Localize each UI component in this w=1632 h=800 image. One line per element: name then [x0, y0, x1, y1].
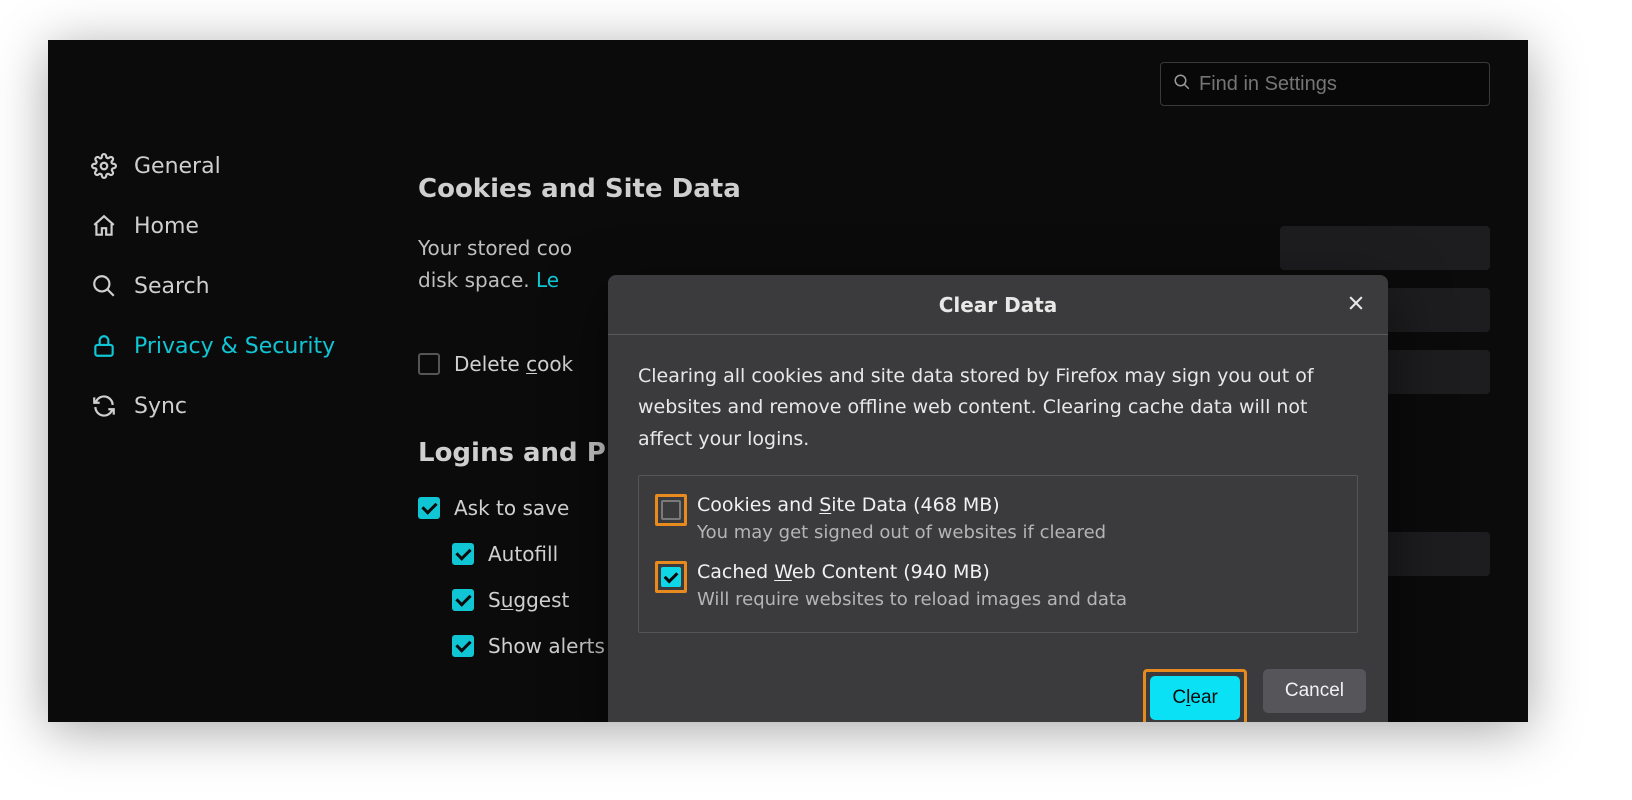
search-icon: [1173, 73, 1199, 95]
sidebar-item-home[interactable]: Home: [90, 212, 370, 240]
checkbox-checked-icon[interactable]: [452, 543, 474, 565]
dialog-body: Clearing all cookies and site data store…: [608, 335, 1388, 655]
learn-more-link[interactable]: Le: [536, 268, 559, 292]
clear-options-group: Cookies and Site Data (468 MB) You may g…: [638, 475, 1358, 633]
sidebar-item-label: Search: [134, 274, 210, 299]
checkbox-label: Delete cook: [454, 352, 573, 376]
sidebar-item-label: Home: [134, 214, 199, 239]
search-icon: [90, 272, 118, 300]
dialog-header: Clear Data: [608, 275, 1388, 335]
checkbox-unchecked-icon[interactable]: [418, 353, 440, 375]
sidebar-item-privacy[interactable]: Privacy & Security: [90, 332, 370, 360]
sidebar-item-general[interactable]: General: [90, 152, 370, 180]
highlight-box: [655, 561, 687, 593]
checkbox-checked-icon[interactable]: [661, 567, 681, 587]
close-icon: [1346, 293, 1366, 318]
sidebar-item-sync[interactable]: Sync: [90, 392, 370, 420]
checkbox-label: Ask to save: [454, 496, 569, 520]
highlight-box: [655, 494, 687, 526]
option-cached-web-content[interactable]: Cached Web Content (940 MB) Will require…: [655, 561, 1341, 610]
sync-icon: [90, 392, 118, 420]
clear-button[interactable]: Clear: [1150, 676, 1239, 720]
cookies-description-line1: Your stored coo: [418, 232, 1398, 264]
dialog-footer: Clear Cancel: [608, 655, 1388, 722]
option-title: Cookies and Site Data (468 MB): [697, 494, 1341, 516]
cancel-button[interactable]: Cancel: [1263, 669, 1366, 713]
lock-icon: [90, 332, 118, 360]
sidebar-item-label: Privacy & Security: [134, 334, 335, 359]
checkbox-checked-icon[interactable]: [418, 497, 440, 519]
settings-sidebar: General Home Search Privacy & Security S…: [90, 152, 370, 420]
sidebar-item-label: General: [134, 154, 221, 179]
home-icon: [90, 212, 118, 240]
checkbox-checked-icon[interactable]: [452, 589, 474, 611]
checkbox-label: Autofill: [488, 542, 558, 566]
checkbox-unchecked-icon[interactable]: [661, 500, 681, 520]
dialog-intro-text: Clearing all cookies and site data store…: [638, 361, 1358, 455]
checkbox-label: Suggest: [488, 588, 569, 612]
search-settings-field[interactable]: [1160, 62, 1490, 106]
settings-window: General Home Search Privacy & Security S…: [48, 40, 1528, 722]
search-input[interactable]: [1199, 73, 1477, 96]
dialog-title: Clear Data: [939, 293, 1058, 317]
clear-data-dialog: Clear Data Clearing all cookies and site…: [608, 275, 1388, 722]
highlight-box: Clear: [1143, 669, 1246, 722]
option-subtitle: Will require websites to reload images a…: [697, 589, 1341, 610]
sidebar-item-label: Sync: [134, 394, 187, 419]
option-cookies-site-data[interactable]: Cookies and Site Data (468 MB) You may g…: [655, 494, 1341, 543]
cookies-heading: Cookies and Site Data: [418, 174, 1398, 204]
gear-icon: [90, 152, 118, 180]
option-title: Cached Web Content (940 MB): [697, 561, 1341, 583]
sidebar-item-search[interactable]: Search: [90, 272, 370, 300]
option-subtitle: You may get signed out of websites if cl…: [697, 522, 1341, 543]
checkbox-checked-icon[interactable]: [452, 635, 474, 657]
close-button[interactable]: [1340, 289, 1372, 321]
